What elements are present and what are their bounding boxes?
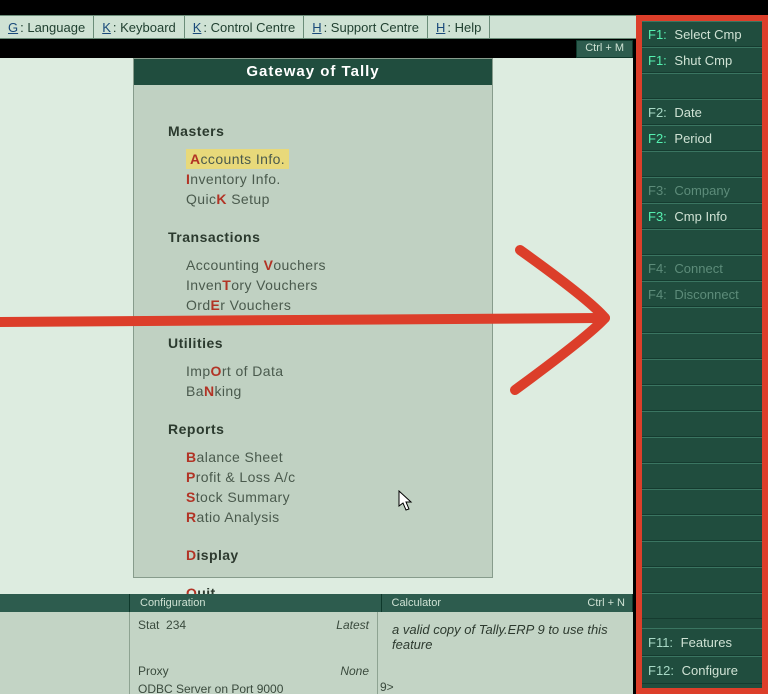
gateway-body: Masters Accounts Info.Inventory Info.Quic… — [134, 85, 492, 613]
fkey-spacer — [642, 151, 762, 177]
menu-item[interactable]: BaNking — [186, 381, 482, 401]
menu-item[interactable]: Ratio Analysis — [186, 507, 482, 527]
menu-item[interactable]: OrdEr Vouchers — [186, 295, 482, 315]
top-menu-help[interactable]: H: Help — [428, 16, 490, 38]
menu-item[interactable]: Accounts Info. — [186, 149, 289, 169]
fkey-f1-select-cmp[interactable]: F1: Select Cmp — [642, 21, 762, 47]
top-menu-control-centre[interactable]: K: Control Centre — [185, 16, 304, 38]
bottom-tab-calc[interactable]: Calculator Ctrl + N — [382, 594, 634, 612]
section-heading: Reports — [168, 421, 482, 437]
bottom-tabs: Configuration Calculator Ctrl + N — [0, 594, 633, 612]
fkey-spacer — [642, 515, 762, 541]
app-root: G: LanguageK: KeyboardK: Control CentreH… — [0, 0, 768, 694]
fkey-bottom: F11: FeaturesF12: Configure — [642, 628, 762, 684]
fkey-list: F1: Select CmpF1: Shut Cmp F2: DateF2: Pe… — [642, 21, 762, 688]
menu-item[interactable]: InvenTory Vouchers — [186, 275, 482, 295]
bottom-strip: Configuration Calculator Ctrl + N Stat 2… — [0, 594, 633, 694]
bottom-tab-blank — [0, 594, 130, 612]
fkey-spacer — [642, 229, 762, 255]
ctrl-m-indicator: Ctrl + M — [576, 40, 633, 58]
fkey-spacer — [642, 541, 762, 567]
fkey-f3-cmp-info[interactable]: F3: Cmp Info — [642, 203, 762, 229]
section-transactions: Transactions Accounting VouchersInvenTory… — [168, 229, 482, 315]
menu-item[interactable]: Inventory Info. — [186, 169, 482, 189]
fkey-spacer — [642, 333, 762, 359]
fkey-f11-features[interactable]: F11: Features — [642, 628, 762, 656]
bottom-left-pane — [0, 612, 130, 694]
fkey-spacer — [642, 307, 762, 333]
bottom-body: Stat 234 Latest Proxy None ODBC Server o… — [0, 612, 633, 694]
fkey-spacer — [642, 385, 762, 411]
fkey-spacer — [642, 567, 762, 593]
section-heading: Masters — [168, 123, 482, 139]
gateway-title: Gateway of Tally — [134, 59, 492, 85]
menu-item[interactable]: QuicK Setup — [186, 189, 482, 209]
menu-item[interactable]: Profit & Loss A/c — [186, 467, 482, 487]
fkey-f1-shut-cmp[interactable]: F1: Shut Cmp — [642, 47, 762, 73]
prompt-nine: 9> — [380, 680, 394, 694]
fkey-f3-company: F3: Company — [642, 177, 762, 203]
fkey-side-panel: F1: Select CmpF1: Shut Cmp F2: DateF2: Pe… — [636, 15, 768, 694]
fkey-spacer — [642, 593, 762, 619]
top-menu-language[interactable]: G: Language — [0, 16, 94, 38]
bottom-calc-pane: a valid copy of Tally.ERP 9 to use this … — [378, 612, 633, 694]
section-masters: Masters Accounts Info.Inventory Info.Quic… — [168, 123, 482, 209]
menu-item[interactable]: ImpOrt of Data — [186, 361, 482, 381]
fkey-f2-period[interactable]: F2: Period — [642, 125, 762, 151]
menu-item[interactable]: Display — [186, 545, 482, 565]
fkey-f4-disconnect: F4: Disconnect — [642, 281, 762, 307]
fkey-f2-date[interactable]: F2: Date — [642, 99, 762, 125]
bottom-config-pane: Stat 234 Latest Proxy None ODBC Server o… — [130, 612, 378, 694]
section-heading: Transactions — [168, 229, 482, 245]
fkey-spacer — [642, 359, 762, 385]
menu-item[interactable]: Stock Summary — [186, 487, 482, 507]
section-reports: Reports Balance SheetProfit & Loss A/cSto… — [168, 421, 482, 603]
gateway-panel: Gateway of Tally MastersAccounts Info.In… — [133, 58, 493, 578]
work-area: Gateway of Tally MastersAccounts Info.In… — [0, 58, 633, 694]
fkey-spacer — [642, 489, 762, 515]
menu-item[interactable]: Balance Sheet — [186, 447, 482, 467]
section-heading: Utilities — [168, 335, 482, 351]
bottom-tab-config[interactable]: Configuration — [130, 594, 382, 612]
fkey-spacer — [642, 463, 762, 489]
fkey-spacer — [642, 411, 762, 437]
fkey-spacer — [642, 73, 762, 99]
top-menu-keyboard[interactable]: K: Keyboard — [94, 16, 185, 38]
fkey-f4-connect: F4: Connect — [642, 255, 762, 281]
fkey-spacer — [642, 437, 762, 463]
top-menu-support-centre[interactable]: H: Support Centre — [304, 16, 428, 38]
section-utilities: Utilities ImpOrt of DataBaNking — [168, 335, 482, 401]
fkey-f12-configure[interactable]: F12: Configure — [642, 656, 762, 684]
menu-item[interactable]: Accounting Vouchers — [186, 255, 482, 275]
